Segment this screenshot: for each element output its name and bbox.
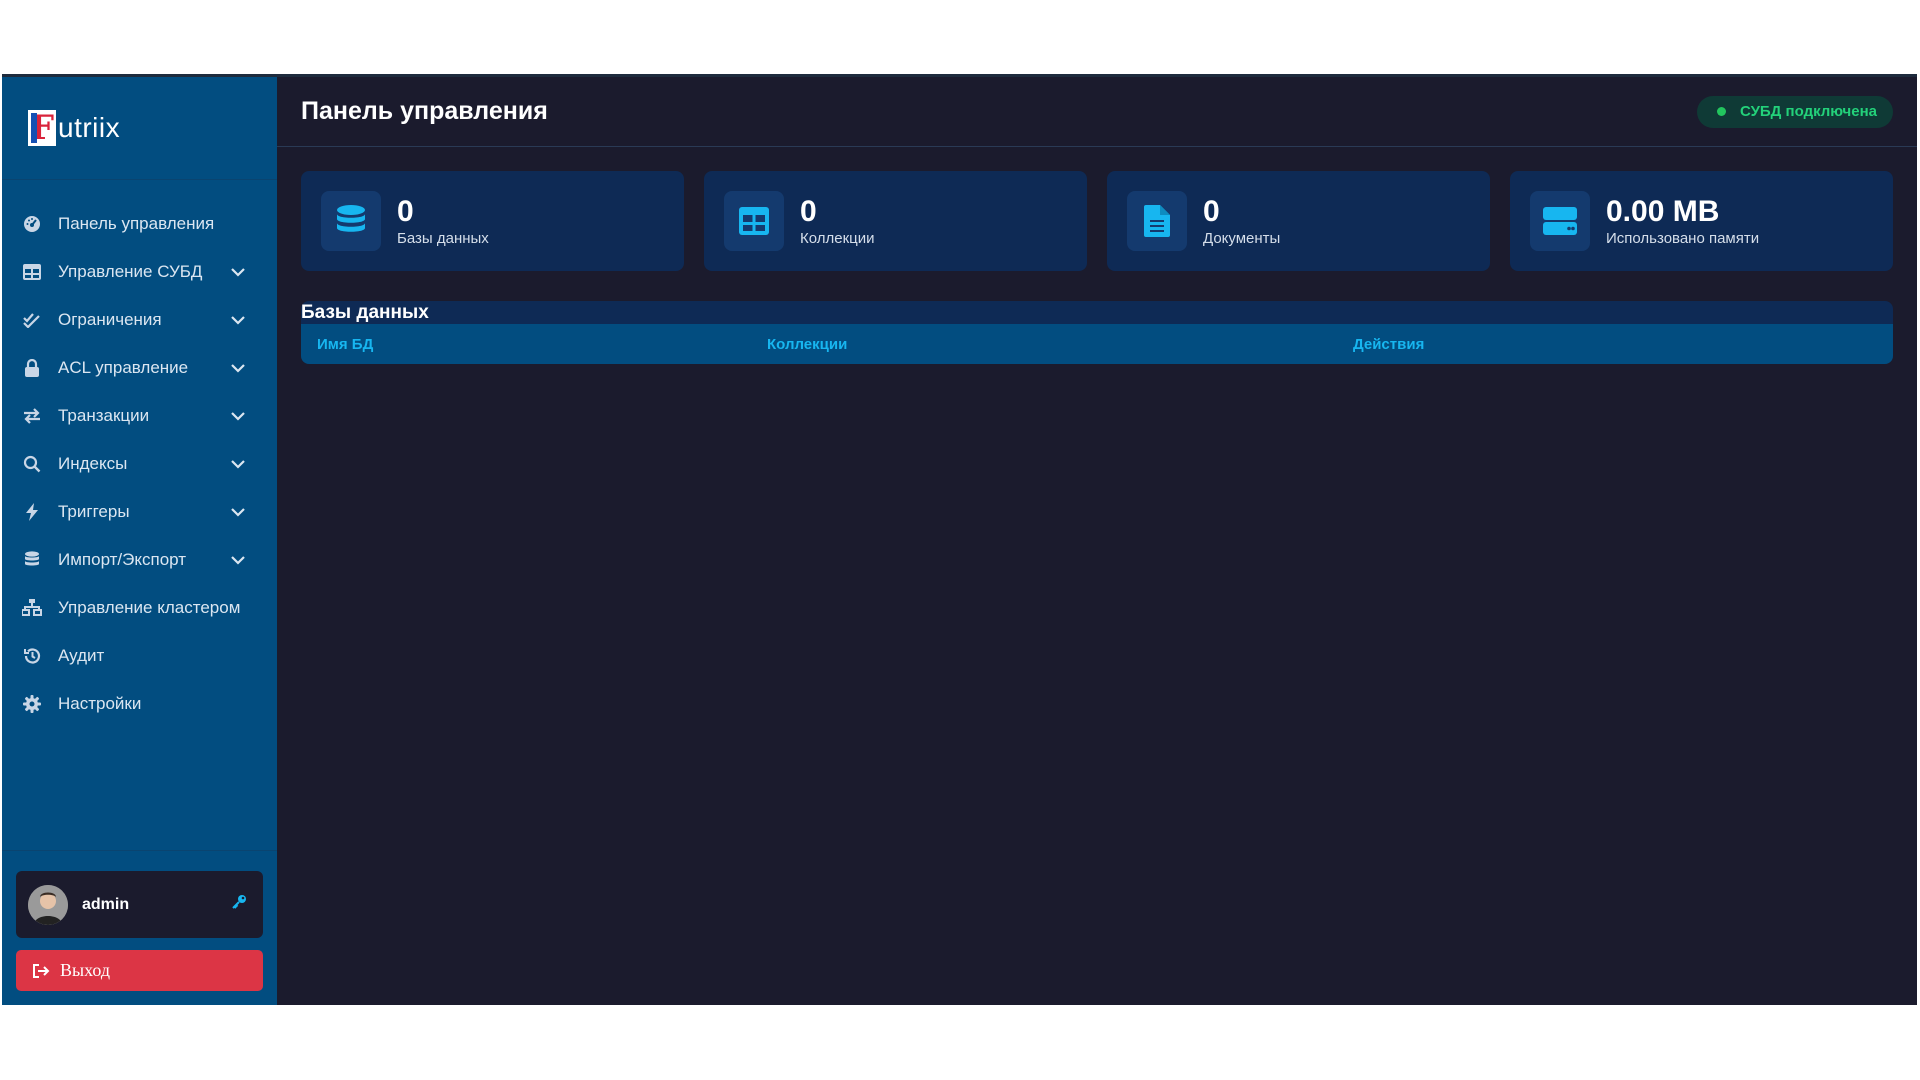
sidebar-footer: admin Выход — [2, 850, 277, 1005]
stat-card-documents: 0 Документы — [1107, 171, 1490, 271]
app-window: F utriix Панель управления Управление СУ… — [2, 74, 1917, 1005]
status-dot-icon — [1716, 107, 1726, 116]
sidebar-item-dashboard[interactable]: Панель управления — [2, 200, 277, 248]
avatar[interactable] — [28, 884, 68, 925]
stat-value: 0 — [397, 194, 414, 228]
sidebar-item-label: Настройки — [58, 694, 142, 713]
sidebar-item-label: Триггеры — [58, 502, 130, 521]
logout-button[interactable]: Выход — [16, 950, 263, 991]
sidebar-item-label: ACL управление — [58, 358, 189, 377]
username: admin — [82, 895, 130, 913]
sidebar-item-label: Панель управления — [58, 214, 215, 233]
sidebar-item-import-export[interactable]: Импорт/Экспорт — [2, 536, 277, 584]
stat-card-databases: 0 Базы данных — [301, 171, 684, 271]
stat-label: Документы — [1203, 229, 1281, 247]
file-icon — [1127, 191, 1187, 251]
check-double-icon — [22, 310, 42, 330]
logo-mark: F — [28, 108, 56, 148]
chevron-down-icon[interactable] — [229, 407, 247, 425]
sidebar-item-label: Индексы — [58, 454, 128, 473]
topbar: Панель управления СУБД подключена — [277, 77, 1917, 147]
exchange-icon — [22, 406, 42, 426]
bolt-icon — [22, 502, 42, 522]
logo[interactable]: F utriix — [2, 77, 277, 180]
stat-label: Базы данных — [397, 229, 489, 247]
stat-value: 0 — [1203, 194, 1220, 228]
key-icon[interactable] — [231, 894, 247, 915]
stat-label: Коллекции — [800, 229, 875, 247]
column-header-collections[interactable]: Коллекции — [767, 336, 1353, 353]
logout-label: Выход — [60, 960, 111, 980]
sidebar-item-label: Ограничения — [58, 310, 162, 329]
database-icon — [22, 550, 42, 570]
chevron-down-icon[interactable] — [229, 263, 247, 281]
dashboard-icon — [22, 214, 42, 234]
chevron-down-icon[interactable] — [229, 359, 247, 377]
sidebar-item-acl[interactable]: ACL управление — [2, 344, 277, 392]
history-icon — [22, 646, 42, 666]
chevron-down-icon[interactable] — [229, 551, 247, 569]
sidebar-item-indexes[interactable]: Индексы — [2, 440, 277, 488]
stats-row: 0 Базы данных 0 Коллекции 0 Документы 0.… — [277, 147, 1917, 271]
sidebar-item-settings[interactable]: Настройки — [2, 680, 277, 728]
sidebar-item-cluster[interactable]: Управление кластером — [2, 584, 277, 632]
status-badge: СУБД подключена — [1696, 95, 1893, 128]
sidebar-nav: Панель управления Управление СУБД Ограни… — [2, 180, 277, 728]
sidebar-item-label: Управление СУБД — [58, 262, 203, 281]
hdd-icon — [1530, 191, 1590, 251]
page-title: Панель управления — [301, 97, 548, 125]
logo-text: utriix — [58, 112, 121, 143]
search-icon — [22, 454, 42, 474]
sitemap-icon — [22, 598, 42, 618]
sidebar-item-transactions[interactable]: Транзакции — [2, 392, 277, 440]
stat-value: 0 — [800, 194, 817, 228]
table-icon — [724, 191, 784, 251]
sign-out-icon — [32, 963, 50, 979]
sidebar-item-dbms[interactable]: Управление СУБД — [2, 248, 277, 296]
chevron-down-icon[interactable] — [229, 311, 247, 329]
stat-card-memory: 0.00 MB Использовано памяти — [1510, 171, 1893, 271]
table-icon — [22, 262, 42, 282]
user-card[interactable]: admin — [16, 871, 263, 938]
stat-value: 0.00 MB — [1606, 194, 1720, 228]
status-text: СУБД подключена — [1739, 103, 1877, 120]
chevron-down-icon[interactable] — [229, 455, 247, 473]
column-header-actions[interactable]: Действия — [1353, 336, 1424, 353]
sidebar-item-label: Транзакции — [58, 406, 150, 425]
sidebar-item-label: Управление кластером — [58, 598, 241, 617]
sidebar-item-label: Аудит — [58, 646, 105, 665]
databases-table-header: Имя БД Коллекции Действия — [301, 324, 1893, 364]
main-content: Панель управления СУБД подключена 0 Базы… — [277, 77, 1917, 1005]
sidebar-item-constraints[interactable]: Ограничения — [2, 296, 277, 344]
stat-card-collections: 0 Коллекции — [704, 171, 1087, 271]
stat-label: Использовано памяти — [1606, 229, 1760, 247]
sidebar-item-audit[interactable]: Аудит — [2, 632, 277, 680]
database-icon — [321, 191, 381, 251]
column-header-db-name[interactable]: Имя БД — [301, 336, 767, 353]
gear-icon — [22, 694, 42, 714]
sidebar: F utriix Панель управления Управление СУ… — [2, 77, 277, 1005]
databases-title: Базы данных — [301, 301, 1893, 324]
sidebar-item-label: Импорт/Экспорт — [58, 550, 187, 569]
lock-icon — [22, 358, 42, 378]
sidebar-item-triggers[interactable]: Триггеры — [2, 488, 277, 536]
chevron-down-icon[interactable] — [229, 503, 247, 521]
